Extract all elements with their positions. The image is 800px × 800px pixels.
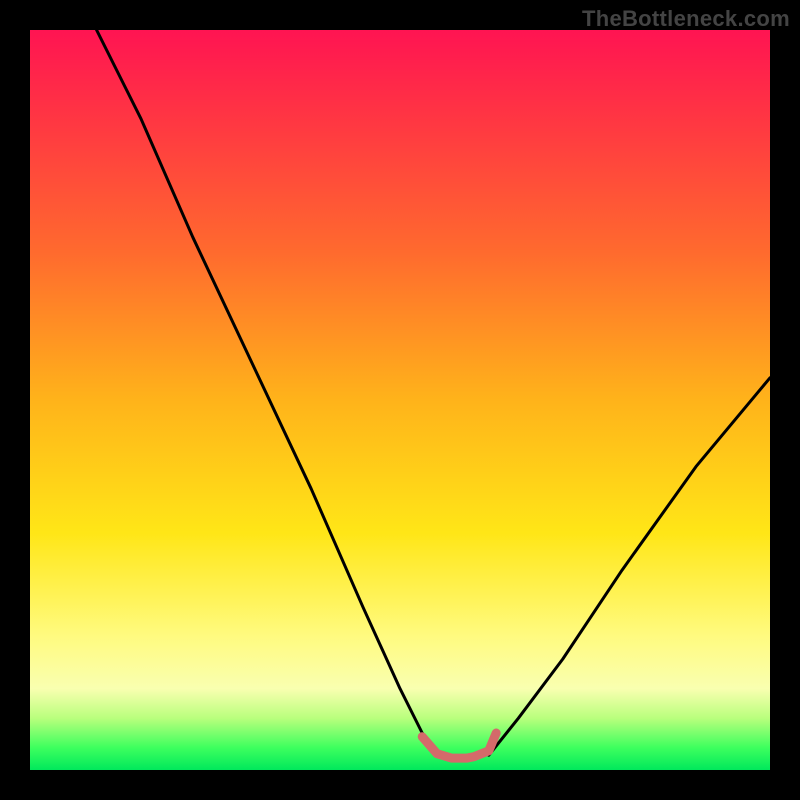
trough-highlight — [422, 733, 496, 758]
plot-area — [30, 30, 770, 770]
watermark-text: TheBottleneck.com — [582, 6, 790, 32]
right-curve — [489, 378, 770, 755]
chart-container: TheBottleneck.com — [0, 0, 800, 800]
curve-layer — [30, 30, 770, 770]
left-curve — [97, 30, 437, 755]
